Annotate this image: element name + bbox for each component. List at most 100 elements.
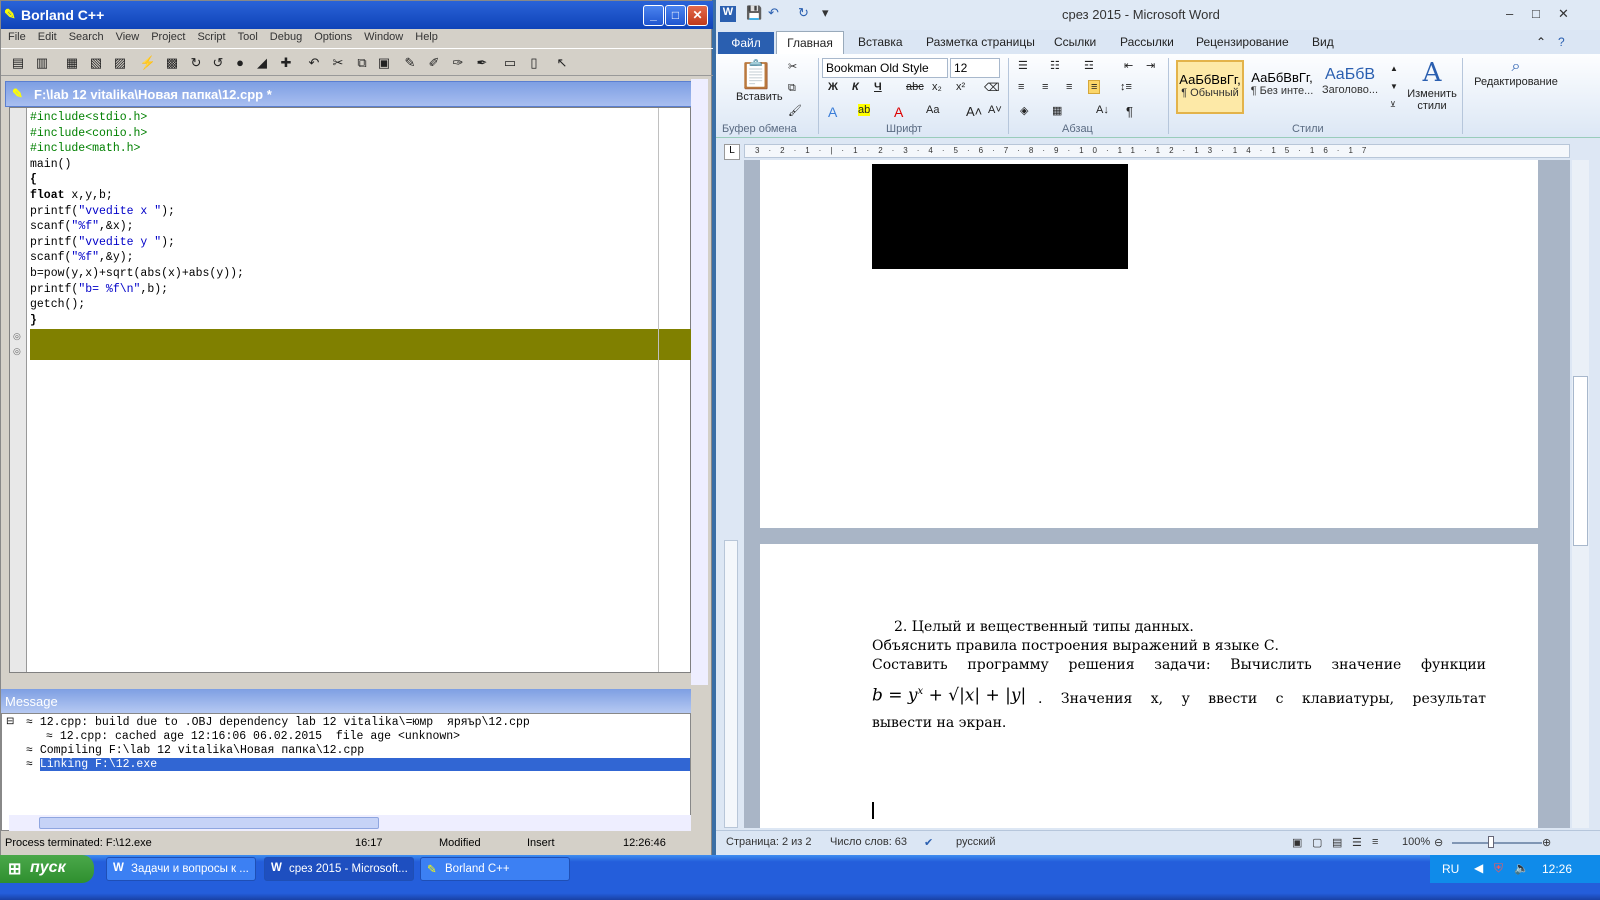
proofing-icon[interactable]: ✔ <box>924 836 933 849</box>
menu-project[interactable]: Project <box>144 29 190 43</box>
taskbar-button[interactable]: W срез 2015 - Microsoft... <box>264 857 414 881</box>
styles-scroll-up-icon[interactable]: ▲ <box>1390 64 1398 73</box>
maximize-button[interactable]: □ <box>665 5 686 26</box>
tab-view[interactable]: Вид <box>1312 35 1334 49</box>
breakpoint-icon[interactable]: ✚ <box>275 52 297 74</box>
close-button[interactable]: ✕ <box>1558 6 1569 22</box>
highlight-icon[interactable]: ab <box>858 104 871 116</box>
menu-tool[interactable]: Tool <box>231 29 263 43</box>
subscript-icon[interactable]: x₂ <box>932 81 942 93</box>
tab-page-layout[interactable]: Разметка страницы <box>926 35 1035 49</box>
make-icon[interactable]: ▩ <box>161 52 183 74</box>
copy-icon[interactable]: ⧉ <box>788 82 796 95</box>
replace-icon[interactable]: ✐ <box>423 52 445 74</box>
zoom-in-icon[interactable]: ⊕ <box>1542 836 1551 849</box>
ribbon-minimize-icon[interactable]: ⌃ <box>1536 35 1546 49</box>
align-left-icon[interactable]: ≡ <box>1018 81 1024 93</box>
save-icon[interactable]: ▦ <box>61 52 83 74</box>
editing-button[interactable]: ⌕ Редактирование <box>1468 58 1564 88</box>
search-icon[interactable]: ✎ <box>399 52 421 74</box>
undo-icon[interactable]: ↶ <box>303 52 325 74</box>
scrollbar-thumb[interactable] <box>39 817 379 829</box>
copy-icon[interactable]: ⧉ <box>351 52 373 74</box>
taskbar-button[interactable]: ✎ Borland C++ <box>420 857 570 881</box>
word-count[interactable]: Число слов: 63 <box>830 836 907 848</box>
document-vertical-scrollbar[interactable] <box>1572 160 1589 828</box>
scrollbar-thumb[interactable] <box>1573 376 1588 546</box>
styles-more-icon[interactable]: ⊻ <box>1390 100 1396 109</box>
italic-icon[interactable]: К <box>852 81 859 93</box>
outline-icon[interactable]: ☰ <box>1352 836 1362 849</box>
save-all-icon[interactable]: ▧ <box>85 52 107 74</box>
help-pointer-icon[interactable]: ↖ <box>551 52 573 74</box>
message-line[interactable]: ≈ Linking F:\12.exe <box>26 758 716 771</box>
tab-references[interactable]: Ссылки <box>1054 35 1096 49</box>
bold-icon[interactable]: Ж <box>828 81 838 93</box>
decrease-indent-icon[interactable]: ⇤ <box>1124 59 1133 72</box>
sort-icon[interactable]: A↓ <box>1096 104 1109 116</box>
bullets-icon[interactable]: ☰ <box>1018 59 1028 72</box>
zoom-slider[interactable] <box>1452 842 1542 844</box>
stop-icon[interactable]: ◢ <box>251 52 273 74</box>
close-button[interactable]: ✕ <box>687 5 708 26</box>
paste-button[interactable]: 📋 Вставить <box>736 58 783 110</box>
shading-icon[interactable]: ◈ <box>1020 104 1028 117</box>
web-layout-icon[interactable]: ▤ <box>1332 836 1342 849</box>
style-heading[interactable]: АаБбВ Заголово... <box>1316 60 1384 114</box>
zoom-slider-thumb[interactable] <box>1488 836 1494 848</box>
browse-icon[interactable]: ✒ <box>471 52 493 74</box>
trace-icon[interactable]: ↺ <box>207 52 229 74</box>
zoom-level[interactable]: 100% <box>1402 836 1430 848</box>
undo-icon[interactable]: ↶ <box>768 5 779 21</box>
menu-search[interactable]: Search <box>62 29 109 43</box>
tree-collapse-icon[interactable]: ⊟ <box>6 716 14 727</box>
style-no-spacing[interactable]: АаБбВвГг, ¶ Без инте... <box>1248 60 1316 114</box>
shrink-font-icon[interactable]: A˅ <box>988 104 1002 116</box>
tray-arrow-icon[interactable]: ◀ <box>1474 861 1483 875</box>
style-normal[interactable]: АаБбВвГг, ¶ Обычный <box>1176 60 1244 114</box>
tab-home[interactable]: Главная <box>776 31 844 54</box>
horizontal-ruler[interactable]: 3·2·1·|·1·2·3·4·5·6·7·8·9·10·11·12·13·14… <box>744 144 1570 158</box>
tab-insert[interactable]: Вставка <box>858 35 903 49</box>
message-line[interactable]: ≈ 12.cpp: build due to .OBJ dependency l… <box>26 716 530 729</box>
change-styles-button[interactable]: A Изменить стили <box>1402 58 1462 112</box>
word-titlebar[interactable]: W 💾 ↶ ↻ ▾ срез 2015 - Microsoft Word – □… <box>716 0 1600 30</box>
styles-scroll-down-icon[interactable]: ▼ <box>1390 82 1398 91</box>
print-icon[interactable]: ▨ <box>109 52 131 74</box>
numbering-icon[interactable]: ☷ <box>1050 59 1060 72</box>
increase-indent-icon[interactable]: ⇥ <box>1146 59 1155 72</box>
multilevel-list-icon[interactable]: ☲ <box>1084 59 1094 72</box>
code-editor[interactable]: ◎ ◎ #include<stdio.h> #include<conio.h> … <box>9 107 692 673</box>
new-file-icon[interactable]: ▤ <box>7 52 29 74</box>
tab-review[interactable]: Рецензирование <box>1196 35 1289 49</box>
tab-mailings[interactable]: Рассылки <box>1120 35 1174 49</box>
menu-file[interactable]: File <box>1 29 31 43</box>
message-line[interactable]: ≈ 12.cpp: cached age 12:16:06 06.02.2015… <box>46 730 460 743</box>
grow-font-icon[interactable]: A˄ <box>966 104 982 119</box>
cut-icon[interactable]: ✂ <box>327 52 349 74</box>
tab-file[interactable]: Файл <box>718 32 774 54</box>
document-image[interactable] <box>872 164 1128 269</box>
menu-debug[interactable]: Debug <box>263 29 307 43</box>
text-effects-icon[interactable]: A <box>828 104 837 120</box>
paste-icon[interactable]: ▣ <box>373 52 395 74</box>
align-right-icon[interactable]: ≡ <box>1066 81 1072 93</box>
font-size-box[interactable]: 12 <box>950 58 1000 78</box>
volume-icon[interactable]: 🔈 <box>1514 861 1529 875</box>
minimize-button[interactable]: _ <box>643 5 664 26</box>
language[interactable]: русский <box>956 836 995 848</box>
vertical-ruler[interactable] <box>724 540 738 828</box>
editor-vertical-scrollbar[interactable] <box>691 79 708 685</box>
save-icon[interactable]: 💾 <box>746 5 762 21</box>
font-name-box[interactable]: Bookman Old Style <box>822 58 948 78</box>
change-case-icon[interactable]: Aa <box>926 104 939 116</box>
window-tile-icon[interactable]: ▭ <box>499 52 521 74</box>
maximize-button[interactable]: □ <box>1532 6 1540 21</box>
draft-icon[interactable]: ≡ <box>1372 836 1378 848</box>
redo-icon[interactable]: ↻ <box>798 5 809 21</box>
start-button[interactable]: ⊞ пуск <box>0 855 94 883</box>
zoom-out-icon[interactable]: ⊖ <box>1434 836 1443 849</box>
superscript-icon[interactable]: x² <box>956 81 965 93</box>
search-again-icon[interactable]: ✑ <box>447 52 469 74</box>
message-horizontal-scrollbar[interactable] <box>9 815 691 831</box>
